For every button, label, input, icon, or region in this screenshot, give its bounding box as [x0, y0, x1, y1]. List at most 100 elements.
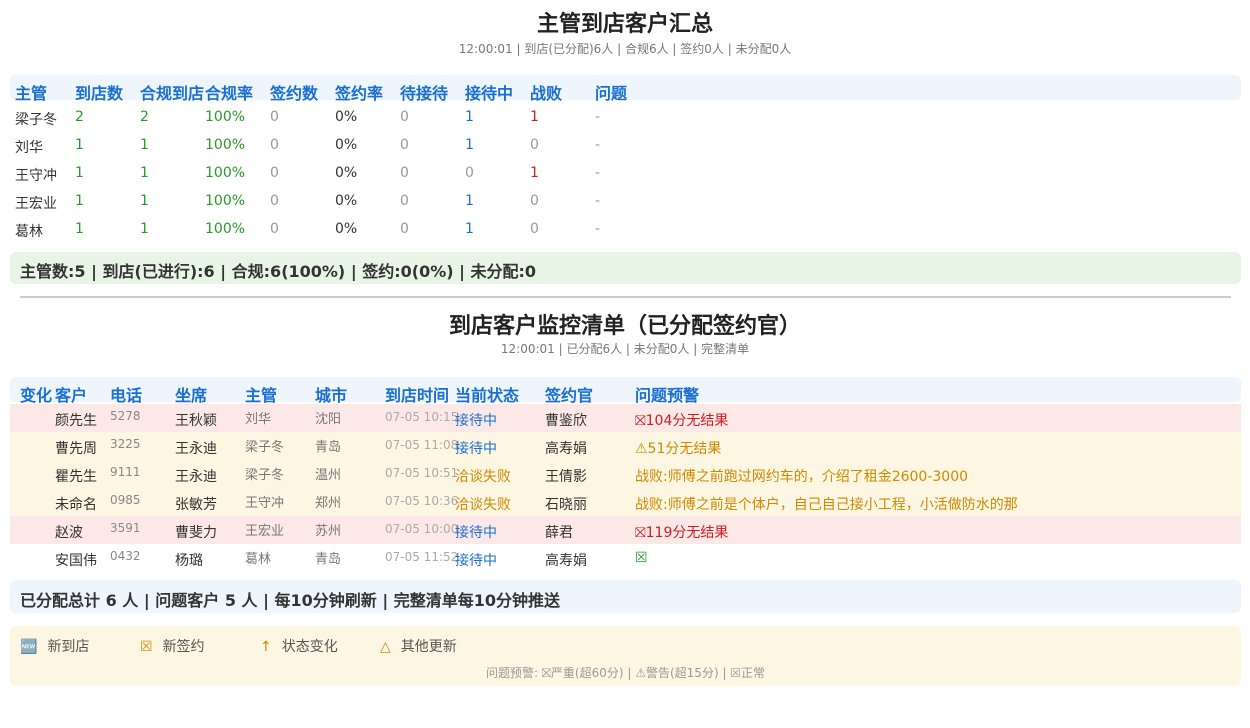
arrive-time-cell: 07-05 11:52	[385, 550, 459, 564]
seat-cell: 王永迪	[175, 441, 217, 457]
seat-cell: 王永迪	[175, 469, 217, 485]
officer-cell: 王倩影	[545, 469, 587, 485]
status-cell: 接待中	[455, 553, 497, 569]
monitor-header-5: 城市	[315, 386, 348, 405]
monitor-subtitle: 12:00:01 | 已分配6人 | 未分配0人 | 完整清单	[500, 342, 750, 356]
warning-cell: ☒	[635, 550, 648, 566]
warning-cell: 战败:师傅之前是个体户，自己自己接小工程，小活做防水的那	[635, 497, 1018, 513]
summary-cell-signed: 0	[270, 137, 279, 153]
summary-cell-sign_rate: 0%	[335, 221, 358, 237]
supervisor-cell: 梁子冬	[245, 440, 285, 455]
summary-cell-sign_rate: 0%	[335, 193, 358, 209]
officer-cell: 曹鉴欣	[545, 413, 587, 429]
summary-header-1: 到店数	[75, 84, 124, 103]
summary-cell-waiting: 0	[400, 137, 409, 153]
summary-header-2: 合规到店	[140, 84, 205, 103]
summary-cell-signed: 0	[270, 221, 279, 237]
summary-cell-rate: 100%	[205, 137, 246, 153]
summary-cell-lost: 1	[530, 109, 539, 125]
summary-cell-waiting: 0	[400, 109, 409, 125]
signed-icon: ☒	[140, 639, 153, 655]
phone-cell: 3225	[110, 437, 141, 451]
arrive-time-cell: 07-05 10:36	[385, 494, 459, 508]
summary-cell-arrive: 2	[75, 109, 84, 125]
summary-cell-compliant: 1	[140, 137, 149, 153]
supervisor-cell: 葛林	[245, 552, 272, 567]
monitor-header-0: 变化	[20, 386, 53, 405]
monitor-totals: 已分配总计 6 人 | 问题客户 5 人 | 每10分钟刷新 | 完整清单每10…	[10, 580, 1241, 613]
city-cell: 苏州	[315, 524, 342, 539]
summary-cell-serving: 1	[465, 137, 474, 153]
summary-header-0: 主管	[15, 84, 48, 103]
monitor-header-9: 问题预警	[635, 386, 700, 405]
summary-cell-issue: -	[595, 221, 601, 237]
section-divider	[20, 296, 1231, 298]
supervisor-cell: 王宏业	[245, 524, 285, 539]
status-cell: 洽谈失败	[455, 497, 511, 513]
summary-cell-arrive: 1	[75, 137, 84, 153]
legend-label: 状态变化	[281, 639, 338, 655]
seat-cell: 张敏芳	[175, 497, 217, 513]
summary-cell-sign_rate: 0%	[335, 109, 358, 125]
city-cell: 沈阳	[315, 412, 342, 427]
customer-cell: 瞿先生	[55, 469, 97, 485]
summary-totals: 主管数:5 | 到店(已进行):6 | 合规:6(100%) | 签约:0(0%…	[10, 252, 1241, 284]
city-cell: 温州	[315, 468, 342, 483]
legend-label: 新到店	[47, 639, 90, 655]
arrive-time-cell: 07-05 11:08	[385, 438, 459, 452]
monitor-header-4: 主管	[245, 386, 278, 405]
summary-cell-compliant: 1	[140, 221, 149, 237]
status-cell: 接待中	[455, 413, 497, 429]
legend-label: 其他更新	[400, 639, 457, 655]
phone-cell: 9111	[110, 465, 141, 479]
status-cell: 接待中	[455, 441, 497, 457]
supervisor-cell: 王守冲	[245, 496, 285, 511]
city-cell: 郑州	[315, 496, 342, 511]
summary-cell-serving: 1	[465, 221, 474, 237]
summary-cell-name: 刘华	[15, 140, 43, 156]
summary-cell-rate: 100%	[205, 193, 246, 209]
summary-cell-serving: 0	[465, 165, 474, 181]
summary-cell-compliant: 1	[140, 193, 149, 209]
summary-cell-signed: 0	[270, 165, 279, 181]
summary-cell-sign_rate: 0%	[335, 165, 358, 181]
monitor-header-1: 客户	[55, 386, 88, 405]
summary-cell-serving: 1	[465, 109, 474, 125]
customer-cell: 曹先周	[55, 441, 97, 457]
monitor-header-2: 电话	[110, 386, 143, 405]
legend-item: ☒ 新签约	[140, 636, 205, 656]
phone-cell: 5278	[110, 409, 141, 423]
customer-cell: 未命名	[55, 497, 97, 513]
summary-header-5: 签约率	[335, 84, 384, 103]
summary-cell-lost: 1	[530, 165, 539, 181]
monitor-header-6: 到店时间	[385, 386, 450, 405]
summary-cell-rate: 100%	[205, 165, 246, 181]
phone-cell: 3591	[110, 521, 141, 535]
summary-cell-issue: -	[595, 165, 601, 181]
summary-cell-lost: 0	[530, 137, 539, 153]
monitor-header-7: 当前状态	[455, 386, 520, 405]
summary-header-6: 待接待	[400, 84, 449, 103]
summary-cell-compliant: 1	[140, 165, 149, 181]
officer-cell: 薛君	[545, 525, 573, 541]
summary-cell-sign_rate: 0%	[335, 137, 358, 153]
legend-panel: 🆕 新到店 ☒ 新签约 ↑ 状态变化 △ 其他更新 问题预警: ⛝严重(超60分) | ⚠警告…	[10, 626, 1241, 686]
phone-cell: 0985	[110, 493, 141, 507]
legend-label: 新签约	[162, 639, 205, 655]
seat-cell: 王秋颖	[175, 413, 217, 429]
summary-cell-issue: -	[595, 193, 601, 209]
summary-cell-signed: 0	[270, 109, 279, 125]
city-cell: 青岛	[315, 552, 342, 567]
city-cell: 青岛	[315, 440, 342, 455]
legend-item: △ 其他更新	[380, 636, 457, 656]
customer-cell: 赵波	[55, 525, 83, 541]
summary-cell-arrive: 1	[75, 221, 84, 237]
customer-cell: 颜先生	[55, 413, 97, 429]
officer-cell: 石晓丽	[545, 497, 587, 513]
arrive-time-cell: 07-05 10:00	[385, 522, 459, 536]
summary-cell-name: 王宏业	[15, 196, 57, 212]
summary-cell-lost: 0	[530, 193, 539, 209]
status-cell: 洽谈失败	[455, 469, 511, 485]
seat-cell: 杨璐	[175, 553, 203, 569]
summary-cell-name: 王守冲	[15, 168, 57, 184]
